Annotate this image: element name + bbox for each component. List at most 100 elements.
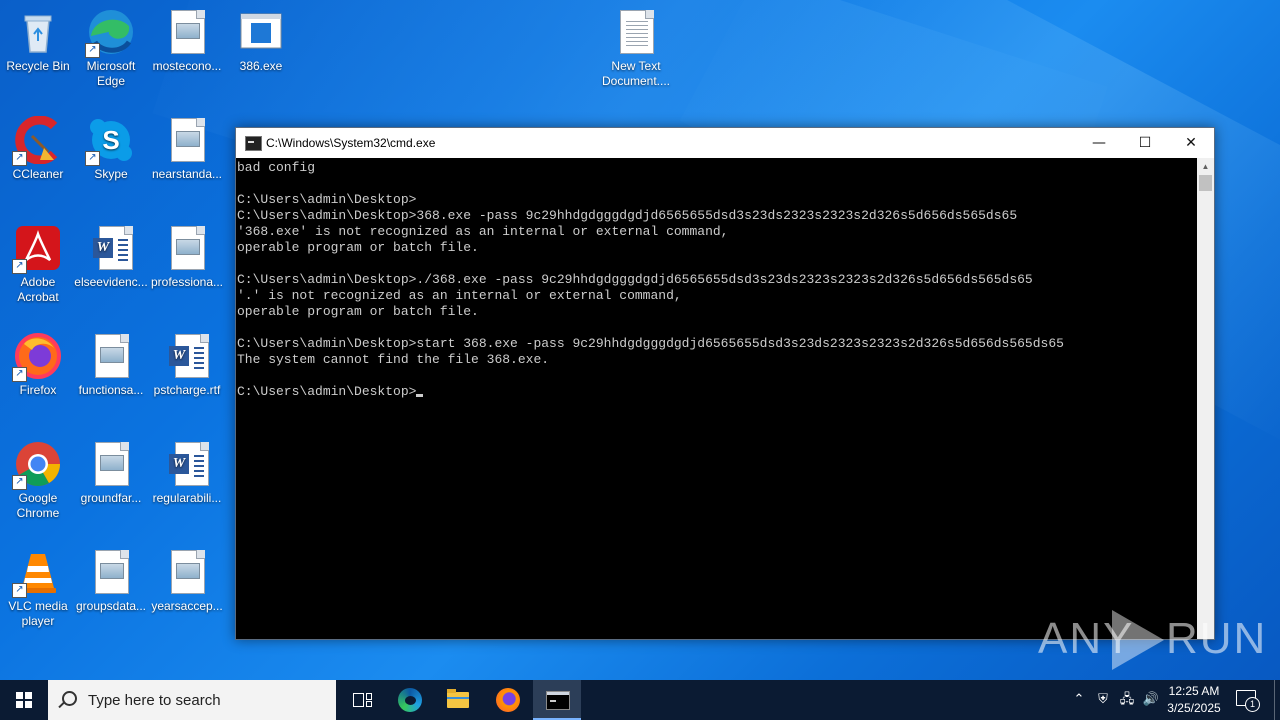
vertical-scrollbar[interactable]: ▲ bbox=[1197, 158, 1214, 639]
scroll-up-arrow-icon[interactable]: ▲ bbox=[1197, 158, 1214, 175]
minimize-button[interactable]: — bbox=[1076, 128, 1122, 158]
desktop-icon-label: groupsdata... bbox=[75, 599, 147, 613]
maximize-button[interactable]: ☐ bbox=[1122, 128, 1168, 158]
google-chrome-icon: ↗ bbox=[12, 440, 62, 490]
desktop-icon-microsoft-edge[interactable]: ↗ Microsoft Edge bbox=[73, 8, 149, 89]
firefox-icon bbox=[496, 688, 520, 712]
console-line: operable program or batch file. bbox=[237, 240, 479, 255]
desktop-icon-skype[interactable]: S ↗ Skype bbox=[73, 116, 149, 182]
word-document-icon: W bbox=[163, 440, 211, 488]
desktop-icon-new-text-document[interactable]: New Text Document.... bbox=[598, 8, 674, 89]
console-text: bad config C:\Users\admin\Desktop> C:\Us… bbox=[236, 158, 1197, 400]
console-line: '.' is not recognized as an internal or … bbox=[237, 288, 682, 303]
desktop-icon-label: 386.exe bbox=[239, 59, 283, 73]
show-hidden-icons-chevron-icon[interactable]: ⌃ bbox=[1068, 680, 1090, 720]
desktop-icon-label: Google Chrome bbox=[16, 491, 60, 520]
clock-date: 3/25/2025 bbox=[1167, 701, 1221, 715]
recycle-bin-icon bbox=[14, 8, 62, 56]
desktop-icon-google-chrome[interactable]: ↗ Google Chrome bbox=[0, 440, 76, 521]
desktop-icon-label: Firefox bbox=[19, 383, 57, 397]
desktop-icon-groupsdata[interactable]: groupsdata... bbox=[73, 548, 149, 614]
desktop-icon-label: Microsoft Edge bbox=[86, 59, 136, 88]
word-document-icon: W bbox=[87, 224, 135, 272]
desktop-icon-functionsa[interactable]: functionsa... bbox=[73, 332, 149, 398]
desktop-icon-firefox[interactable]: ↗ Firefox bbox=[0, 332, 76, 398]
image-file-icon bbox=[87, 332, 135, 380]
show-desktop-button[interactable] bbox=[1274, 680, 1275, 720]
console-output[interactable]: bad config C:\Users\admin\Desktop> C:\Us… bbox=[236, 158, 1197, 639]
console-line: operable program or batch file. bbox=[237, 304, 479, 319]
desktop-icon-pstcharge[interactable]: W pstcharge.rtf bbox=[149, 332, 225, 398]
console-line: C:\Users\admin\Desktop> bbox=[237, 192, 417, 207]
skype-icon: S ↗ bbox=[85, 116, 135, 166]
image-file-icon bbox=[87, 548, 135, 596]
firefox-icon: ↗ bbox=[12, 332, 62, 382]
desktop-icon-groundfar[interactable]: groundfar... bbox=[73, 440, 149, 506]
defender-icon[interactable]: ⛨ bbox=[1092, 680, 1114, 720]
volume-icon[interactable]: 🔊 bbox=[1140, 680, 1162, 720]
start-button[interactable] bbox=[0, 680, 48, 720]
desktop-icon-label: Recycle Bin bbox=[6, 59, 70, 73]
scrollbar-thumb[interactable] bbox=[1199, 175, 1212, 191]
cmd-icon bbox=[546, 691, 570, 710]
desktop-icon-label: Skype bbox=[94, 167, 128, 181]
desktop-icon-mosteconο[interactable]: mosteconο... bbox=[149, 8, 225, 74]
desktop-icon-label: groundfar... bbox=[80, 491, 142, 505]
taskbar-search-box[interactable]: Type here to search bbox=[48, 680, 336, 720]
image-file-icon bbox=[87, 440, 135, 488]
taskbar-edge-button[interactable] bbox=[386, 680, 434, 720]
desktop-icon-label: elseevidenc... bbox=[74, 275, 148, 289]
desktop-icon-label: New Text Document.... bbox=[601, 59, 671, 88]
cmd-window-title: C:\Windows\System32\cmd.exe bbox=[266, 136, 436, 150]
desktop-icon-label: pstcharge.rtf bbox=[153, 383, 221, 397]
clock-time: 12:25 AM bbox=[1168, 684, 1220, 698]
close-button[interactable]: ✕ bbox=[1168, 128, 1214, 158]
taskbar-clock[interactable]: 12:25 AM 3/25/2025 bbox=[1160, 683, 1228, 717]
vlc-icon: ↗ bbox=[12, 548, 62, 598]
desktop-icon-ccleaner[interactable]: ↗ CCleaner bbox=[0, 115, 76, 182]
task-view-button[interactable] bbox=[338, 680, 386, 720]
desktop-icon-regularabili[interactable]: W regularabili... bbox=[149, 440, 225, 506]
desktop-icon-label: VLC media player bbox=[8, 599, 68, 628]
text-cursor bbox=[416, 394, 424, 397]
ccleaner-icon: ↗ bbox=[12, 115, 62, 166]
console-line: C:\Users\admin\Desktop> bbox=[237, 384, 417, 399]
desktop-icon-label: functionsa... bbox=[78, 383, 144, 397]
console-line: C:\Users\admin\Desktop>368.exe -pass 9c2… bbox=[237, 208, 1018, 223]
cmd-titlebar[interactable]: C:\Windows\System32\cmd.exe — ☐ ✕ bbox=[236, 128, 1214, 158]
desktop-icon-label: regularabili... bbox=[152, 491, 222, 505]
taskbar-cmd-button[interactable] bbox=[533, 680, 581, 720]
desktop-icon-yearsaccep[interactable]: yearsaccep... bbox=[149, 548, 225, 614]
console-line: bad config bbox=[237, 160, 316, 175]
console-line: The system cannot find the file 368.exe. bbox=[237, 352, 550, 367]
console-line: '368.exe' is not recognized as an intern… bbox=[237, 224, 729, 239]
cmd-window[interactable]: C:\Windows\System32\cmd.exe — ☐ ✕ bad co… bbox=[235, 127, 1215, 640]
notification-count-badge: 1 bbox=[1245, 697, 1260, 712]
image-file-icon bbox=[163, 116, 211, 164]
desktop-icon-nearstanda[interactable]: nearstanda... bbox=[149, 116, 225, 182]
search-icon bbox=[62, 691, 77, 706]
desktop-icon-vlc[interactable]: ↗ VLC media player bbox=[0, 548, 76, 629]
desktop-icon-386-exe[interactable]: 386.exe bbox=[223, 8, 299, 74]
adobe-acrobat-icon: ↗ bbox=[12, 224, 62, 274]
console-line: C:\Users\admin\Desktop>start 368.exe -pa… bbox=[237, 336, 1064, 351]
desktop-icon-label: yearsaccep... bbox=[151, 599, 223, 613]
taskbar-firefox-button[interactable] bbox=[484, 680, 532, 720]
cmd-icon bbox=[245, 136, 262, 151]
network-icon[interactable]: 🖧 bbox=[1116, 680, 1138, 720]
desktop: Recycle Bin ↗ CCleaner ↗ Adobe Acrobat ↗… bbox=[0, 0, 1280, 680]
desktop-icon-professiona[interactable]: professiona... bbox=[149, 224, 225, 290]
desktop-icon-recycle-bin[interactable]: Recycle Bin bbox=[0, 8, 76, 74]
desktop-icon-adobe-acrobat[interactable]: ↗ Adobe Acrobat bbox=[0, 224, 76, 305]
desktop-icon-elseevidenc[interactable]: W elseevidenc... bbox=[73, 224, 149, 290]
image-file-icon bbox=[163, 8, 211, 56]
desktop-icon-label: Adobe Acrobat bbox=[17, 275, 59, 304]
text-document-icon bbox=[612, 8, 660, 56]
desktop-icon-label: nearstanda... bbox=[151, 167, 223, 181]
image-file-icon bbox=[163, 548, 211, 596]
taskbar-file-explorer-button[interactable] bbox=[434, 680, 482, 720]
word-document-icon: W bbox=[163, 332, 211, 380]
image-file-icon bbox=[163, 224, 211, 272]
action-center-icon[interactable]: 1 bbox=[1236, 690, 1260, 712]
taskbar: Type here to search ⌃ ⛨ 🖧 🔊 12:25 AM 3/2… bbox=[0, 680, 1280, 720]
